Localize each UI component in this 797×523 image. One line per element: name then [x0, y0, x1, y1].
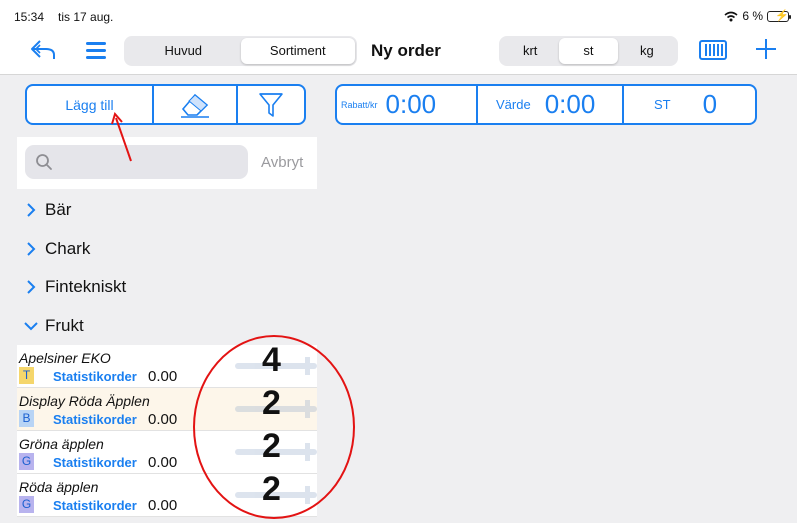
order-summary: Rabatt/kr 0:00 Värde 0:00 ST 0 — [335, 84, 757, 125]
count-field: ST 0 — [624, 86, 755, 123]
action-toolbar: Lägg till — [25, 84, 306, 125]
discount-label: Rabatt/kr — [341, 99, 378, 110]
eraser-button[interactable] — [154, 86, 238, 123]
category-row-chark[interactable]: Chark — [17, 229, 317, 268]
value-label: Värde — [496, 97, 531, 112]
count-label: ST — [654, 97, 671, 112]
battery-icon: ⚡ — [767, 10, 791, 22]
unit-st[interactable]: st — [559, 38, 618, 64]
chevron-right-icon — [17, 279, 45, 295]
product-name: Röda äpplen — [19, 479, 99, 495]
chevron-right-icon — [17, 202, 45, 218]
category-row-bar[interactable]: Bär — [17, 190, 317, 229]
statistics-order-link[interactable]: Statistikorder — [53, 498, 137, 513]
status-time: 15:34 — [14, 10, 45, 24]
category-label: Chark — [45, 238, 91, 258]
statistics-order-link[interactable]: Statistikorder — [53, 369, 137, 384]
hamburger-menu-icon[interactable] — [86, 42, 106, 59]
filter-icon — [259, 92, 283, 117]
status-indicators: 6 % ⚡ — [724, 9, 791, 23]
product-badge: B — [19, 410, 34, 427]
add-icon[interactable] — [754, 37, 778, 61]
page-title: Ny order — [371, 41, 441, 60]
segment-huvud[interactable]: Huvud — [126, 38, 241, 64]
product-badge: G — [19, 453, 34, 470]
count-value: 0 — [702, 89, 718, 119]
value-field: Värde 0:00 — [478, 86, 624, 123]
product-name: Display Röda Äpplen — [19, 393, 150, 409]
product-name: Apelsiner EKO — [19, 350, 111, 366]
statistics-order-link[interactable]: Statistikorder — [53, 412, 137, 427]
search-input[interactable] — [25, 145, 248, 179]
unit-segmented-control: krt st kg — [499, 36, 678, 66]
search-icon — [36, 154, 52, 170]
chevron-down-icon — [17, 321, 45, 331]
unit-kg[interactable]: kg — [618, 38, 676, 64]
product-price: 0.00 — [148, 497, 178, 514]
segment-sortiment[interactable]: Sortiment — [240, 38, 355, 64]
product-price: 0.00 — [148, 454, 178, 471]
wifi-icon — [724, 11, 738, 21]
battery-percent: 6 % — [742, 9, 763, 23]
category-label: Fintekniskt — [45, 276, 127, 296]
add-button[interactable]: Lägg till — [27, 86, 154, 123]
back-arrow-icon[interactable] — [30, 39, 56, 61]
status-date: tis 17 aug. — [58, 10, 114, 24]
category-label: Bär — [45, 199, 72, 219]
chevron-right-icon — [17, 241, 45, 257]
barcode-scan-icon[interactable] — [699, 40, 727, 60]
annotation-circle — [193, 335, 355, 519]
nav-bar: Huvud Sortiment Ny order krt st kg — [0, 28, 797, 74]
discount-value: 0:00 — [385, 89, 437, 119]
search-area: Avbryt — [17, 137, 317, 189]
product-badge: G — [19, 496, 34, 513]
annotation-arrow — [111, 112, 132, 162]
statistics-order-link[interactable]: Statistikorder — [53, 455, 137, 470]
view-segmented-control: Huvud Sortiment — [124, 36, 357, 66]
eraser-icon — [181, 93, 209, 118]
filter-button[interactable] — [238, 86, 304, 123]
category-label: Frukt — [45, 315, 84, 335]
discount-field[interactable]: Rabatt/kr 0:00 — [337, 86, 478, 123]
product-price: 0.00 — [148, 411, 178, 428]
product-name: Gröna äpplen — [19, 436, 104, 452]
order-panel — [317, 75, 797, 523]
product-badge: T — [19, 367, 34, 384]
unit-krt[interactable]: krt — [501, 38, 559, 64]
value-amount: 0:00 — [544, 89, 596, 119]
cancel-search-button[interactable]: Avbryt — [261, 154, 303, 171]
category-row-fintekniskt[interactable]: Fintekniskt — [17, 267, 317, 306]
product-price: 0.00 — [148, 368, 178, 385]
status-bar: 15:34 tis 17 aug. 6 % ⚡ — [0, 0, 797, 28]
